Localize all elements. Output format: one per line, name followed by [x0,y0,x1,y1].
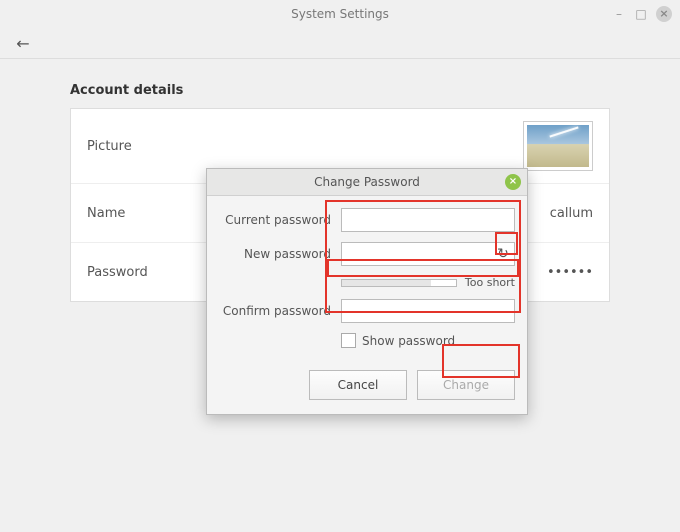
row-name-value: callum [550,206,593,221]
close-icon[interactable]: × [656,6,672,22]
password-strength-text: Too short [465,276,515,289]
change-button[interactable]: Change [417,370,515,400]
new-password-input[interactable] [341,242,515,266]
show-password-label: Show password [362,334,455,348]
window-titlebar: System Settings – □ × [0,0,680,28]
confirm-password-label: Confirm password [219,304,341,318]
row-password-value: •••••• [547,265,593,280]
window-controls: – □ × [612,0,672,28]
change-password-dialog: Change Password × Current password New p… [206,168,528,415]
back-button[interactable]: ← [12,32,34,54]
avatar-image [527,125,589,167]
password-strength-bar [341,279,457,287]
row-password-label: Password [87,265,148,280]
field-current-password: Current password [219,208,515,232]
show-password-row[interactable]: Show password [341,333,515,348]
generate-password-icon[interactable]: ↻ [494,245,512,263]
maximize-icon[interactable]: □ [634,7,648,21]
confirm-password-input[interactable] [341,299,515,323]
row-name-label: Name [87,206,125,221]
field-new-password: New password ↻ [219,242,515,266]
avatar[interactable] [523,121,593,171]
section-title: Account details [70,83,610,98]
header-toolbar: ← [0,28,680,59]
dialog-titlebar: Change Password × [207,169,527,196]
dialog-actions: Cancel Change [219,370,515,400]
password-strength: Too short [341,276,515,289]
window-title: System Settings [291,7,389,21]
row-picture-label: Picture [87,139,132,154]
current-password-label: Current password [219,213,341,227]
dialog-close-icon[interactable]: × [505,174,521,190]
show-password-checkbox[interactable] [341,333,356,348]
cancel-button[interactable]: Cancel [309,370,407,400]
current-password-input[interactable] [341,208,515,232]
new-password-label: New password [219,247,341,261]
minimize-icon[interactable]: – [612,7,626,21]
field-confirm-password: Confirm password [219,299,515,323]
dialog-title: Change Password [314,175,420,189]
